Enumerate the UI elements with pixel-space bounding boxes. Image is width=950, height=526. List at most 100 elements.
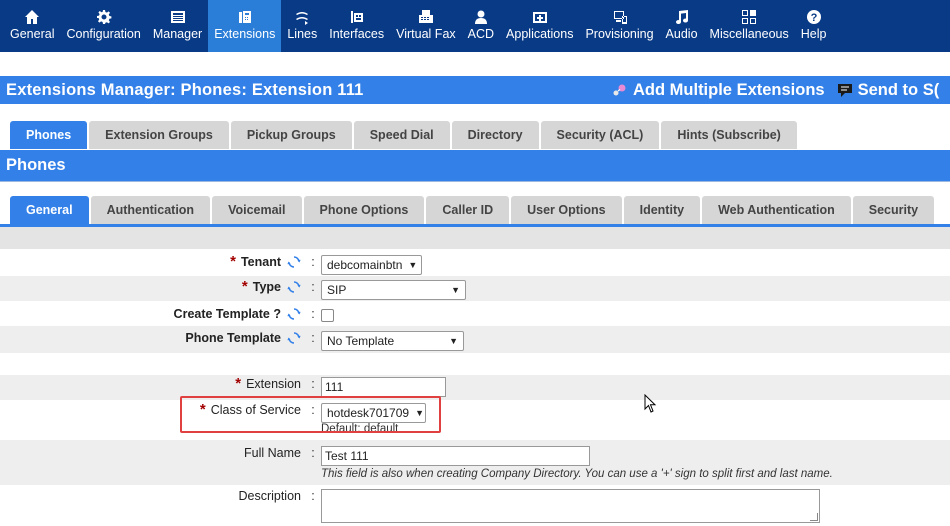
tenant-row: * Tenant : debcomainbtn ▼: [0, 249, 950, 276]
type-field: SIP ▼: [321, 280, 950, 300]
create-template-row: Create Template ? :: [0, 301, 950, 326]
create-template-label-cell: Create Template ?: [0, 307, 305, 321]
send-icon: [837, 84, 852, 97]
nav-item-applications[interactable]: Applications: [500, 0, 579, 52]
description-textarea[interactable]: [321, 489, 820, 523]
nav-item-help[interactable]: ? Help: [795, 0, 833, 52]
class-of-service-default: Default: default: [321, 423, 399, 435]
class-of-service-label: Class of Service: [210, 403, 301, 417]
nav-item-general[interactable]: General: [4, 0, 60, 52]
type-row: * Type : SIP ▼: [0, 276, 950, 301]
tab-voicemail[interactable]: Voicemail: [212, 196, 302, 224]
colon: :: [311, 331, 315, 345]
page-title-bar: Extensions Manager: Phones: Extension 11…: [0, 76, 950, 104]
colon: :: [311, 446, 315, 460]
tenant-field: debcomainbtn ▼: [321, 255, 950, 275]
top-navigation: General Configuration Manager Extensions…: [0, 0, 950, 52]
dropdown-arrow-icon: ▼: [451, 285, 460, 295]
phone-template-select[interactable]: No Template ▼: [321, 331, 464, 351]
nav-item-audio[interactable]: Audio: [660, 0, 704, 52]
full-name-help: This field is also when creating Company…: [321, 468, 833, 480]
tab-user-options[interactable]: User Options: [511, 196, 622, 224]
miscellaneous-icon: [740, 8, 758, 26]
tab-speed-dial[interactable]: Speed Dial: [353, 121, 450, 149]
tab-extension-groups[interactable]: Extension Groups: [89, 121, 229, 149]
svg-text:?: ?: [810, 12, 817, 24]
nav-item-extensions[interactable]: Extensions: [208, 0, 282, 52]
type-label-cell: * Type: [0, 279, 305, 294]
sync-icon[interactable]: [287, 255, 301, 269]
extension-field: 111: [321, 377, 950, 397]
create-template-label: Create Template ?: [173, 307, 281, 321]
tab-authentication[interactable]: Authentication: [90, 196, 211, 224]
sync-icon[interactable]: [287, 331, 301, 345]
required-marker: *: [235, 375, 242, 392]
full-name-label: Full Name: [244, 446, 301, 460]
tab-directory[interactable]: Directory: [451, 121, 539, 149]
tab-phone-options[interactable]: Phone Options: [303, 196, 425, 224]
title-actions: Add Multiple Extensions Send to S(: [612, 76, 939, 104]
home-icon: [23, 8, 41, 26]
nav-item-configuration[interactable]: Configuration: [60, 0, 146, 52]
nav-item-virtual-fax[interactable]: Virtual Fax: [390, 0, 462, 52]
dropdown-arrow-icon: ▼: [449, 336, 458, 346]
page-title: Extensions Manager: Phones: Extension 11…: [6, 80, 364, 99]
tab-security-acl[interactable]: Security (ACL): [540, 121, 660, 149]
nav-item-manager[interactable]: Manager: [147, 0, 208, 52]
nav-label: Lines: [287, 27, 318, 41]
tab-phones[interactable]: Phones: [10, 121, 88, 149]
description-row: Description :: [0, 485, 950, 526]
nav-label: Interfaces: [329, 27, 385, 41]
create-template-field: [321, 307, 950, 325]
nav-label: Manager: [152, 27, 203, 41]
class-of-service-select[interactable]: hotdesk701709 ▼: [321, 403, 426, 423]
description-field: [321, 489, 950, 523]
type-select[interactable]: SIP ▼: [321, 280, 466, 300]
tab-security[interactable]: Security: [852, 196, 935, 224]
nav-item-interfaces[interactable]: Interfaces: [323, 0, 390, 52]
lines-icon: [293, 8, 311, 26]
tenant-select[interactable]: debcomainbtn ▼: [321, 255, 422, 275]
section-title: Phones: [0, 150, 950, 181]
tenant-label: Tenant: [240, 255, 281, 269]
sync-icon[interactable]: [287, 280, 301, 294]
section-divider: [0, 181, 950, 182]
add-multiple-extensions-link[interactable]: Add Multiple Extensions: [612, 81, 825, 100]
nav-label: Virtual Fax: [396, 27, 456, 41]
sync-icon[interactable]: [287, 307, 301, 321]
tenant-label-cell: * Tenant: [0, 254, 305, 269]
phone-template-label-cell: Phone Template: [0, 331, 305, 345]
audio-icon: [673, 8, 691, 26]
tab-caller-id[interactable]: Caller ID: [426, 196, 510, 224]
nav-label: Help: [800, 27, 827, 41]
full-name-input[interactable]: Test 111: [321, 446, 590, 466]
add-multiple-label: Add Multiple Extensions: [633, 80, 825, 99]
dropdown-arrow-icon: ▼: [415, 408, 424, 418]
resize-grip-icon[interactable]: [810, 513, 818, 521]
tab-identity[interactable]: Identity: [623, 196, 701, 224]
nav-label: Miscellaneous: [709, 27, 789, 41]
gear-icon: [95, 8, 113, 26]
tab-web-authentication[interactable]: Web Authentication: [702, 196, 851, 224]
nav-item-miscellaneous[interactable]: Miscellaneous: [704, 0, 795, 52]
send-to-link[interactable]: Send to S(: [837, 80, 940, 100]
fax-icon: [417, 8, 435, 26]
help-icon: ?: [805, 8, 823, 26]
acd-icon: [472, 8, 490, 26]
nav-item-provisioning[interactable]: Provisioning: [579, 0, 659, 52]
nav-label: ACD: [467, 27, 495, 41]
nav-item-lines[interactable]: Lines: [281, 0, 323, 52]
applications-icon: [531, 8, 549, 26]
tab-hints-subscribe[interactable]: Hints (Subscribe): [661, 121, 797, 149]
create-template-checkbox[interactable]: [321, 309, 334, 322]
tab-pickup-groups[interactable]: Pickup Groups: [230, 121, 352, 149]
phone-template-value: No Template: [327, 334, 395, 348]
tab-general[interactable]: General: [10, 196, 89, 224]
dropdown-arrow-icon: ▼: [408, 260, 418, 270]
sub-tabs: General Authentication Voicemail Phone O…: [10, 196, 935, 224]
extension-input[interactable]: 111: [321, 377, 446, 397]
extensions-icon: [236, 8, 254, 26]
send-to-label: Send to S(: [857, 80, 940, 99]
mouse-cursor-icon: [644, 394, 657, 413]
nav-item-acd[interactable]: ACD: [462, 0, 500, 52]
